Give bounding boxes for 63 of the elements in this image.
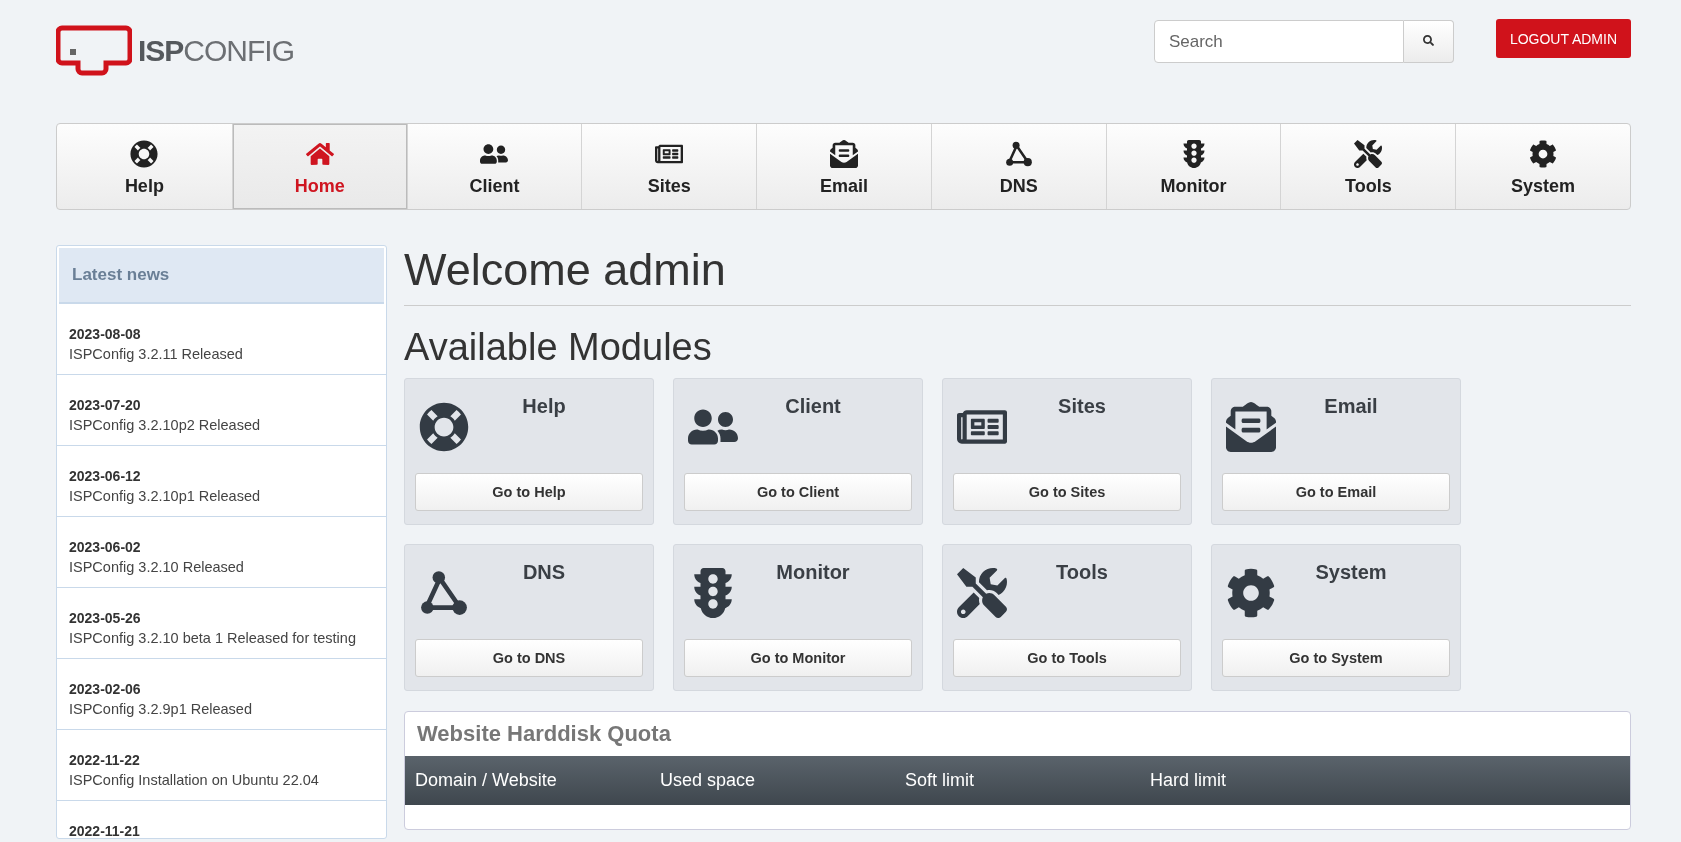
- news-date: 2022-11-22: [69, 752, 141, 768]
- module-button[interactable]: Go to System: [1222, 639, 1450, 678]
- module-button[interactable]: Go to DNS: [415, 639, 643, 678]
- envelope-icon: [830, 139, 858, 168]
- nav-tab[interactable]: Help: [57, 124, 232, 209]
- news-date: 2023-06-02: [69, 539, 142, 555]
- nav-tab[interactable]: Email: [756, 124, 931, 209]
- news-link[interactable]: ISPConfig 3.2.10 Released: [69, 559, 374, 575]
- search-button[interactable]: [1403, 20, 1454, 63]
- page-title: Welcome admin: [404, 245, 1631, 306]
- news-date: 2023-06-12: [69, 468, 142, 484]
- column-header: Domain / Website: [414, 770, 558, 792]
- tools-icon: [957, 568, 1007, 619]
- news-date: 2023-07-20: [69, 397, 142, 413]
- nav-tab[interactable]: Client: [406, 124, 582, 209]
- module-button[interactable]: Go to Email: [1222, 473, 1450, 512]
- nav-tab[interactable]: Home: [231, 124, 407, 209]
- module-title: Email: [1323, 395, 1379, 419]
- news-link[interactable]: ISPConfig 3.2.10 beta 1 Released for testing: [69, 630, 374, 646]
- module-button[interactable]: Go to Tools: [953, 639, 1181, 678]
- module-title: Monitor: [775, 561, 851, 585]
- module-title: Tools: [1055, 561, 1109, 585]
- module-button[interactable]: Go to Client: [684, 473, 912, 512]
- nav-tab[interactable]: Tools: [1280, 124, 1456, 209]
- settings-icon: [1226, 568, 1276, 619]
- column-header: Hard limit: [1149, 770, 1227, 792]
- module-title: Sites: [1057, 395, 1107, 419]
- news-date: 2023-08-08: [69, 326, 142, 342]
- search-field[interactable]: Search: [1153, 20, 1404, 63]
- network-icon: [1004, 139, 1033, 168]
- news-date: 2022-11-21: [69, 823, 141, 838]
- news-link[interactable]: ISPConfig Installation on Ubuntu 22.04: [69, 772, 374, 788]
- column-header: Soft limit: [904, 770, 975, 792]
- nav-tab[interactable]: DNS: [930, 124, 1106, 209]
- settings-icon: [1529, 139, 1558, 168]
- search-icon: [1422, 35, 1434, 46]
- section-title: Available Modules: [404, 326, 713, 369]
- tools-icon: [1354, 139, 1383, 168]
- column-header: Used space: [659, 770, 757, 792]
- sidebar-title: Latest news: [59, 248, 384, 304]
- news-link[interactable]: ISPConfig 3.2.11 Released: [69, 346, 374, 362]
- module-title: Help: [521, 395, 567, 419]
- lifebuoy-icon: [130, 139, 159, 168]
- nav-tab[interactable]: Sites: [581, 124, 757, 209]
- module-button[interactable]: Go to Monitor: [684, 639, 912, 678]
- module-button[interactable]: Go to Sites: [953, 473, 1181, 512]
- lifebuoy-icon: [419, 402, 469, 453]
- panel-title: Website Harddisk Quota: [416, 720, 672, 749]
- news-date: 2023-02-06: [69, 681, 142, 697]
- module-button[interactable]: Go to Help: [415, 473, 643, 512]
- logo-icon: [56, 25, 132, 77]
- nav-tab[interactable]: System: [1455, 124, 1630, 209]
- module-title: System: [1314, 561, 1388, 585]
- logo-text: ISPCONFIG: [138, 34, 295, 68]
- news-link[interactable]: ISPConfig 3.2.10p2 Released: [69, 417, 374, 433]
- envelope-icon: [1226, 402, 1276, 453]
- logout-button[interactable]: LOGOUT ADMIN: [1495, 19, 1631, 58]
- module-title: DNS: [521, 561, 567, 585]
- module-title: Client: [784, 395, 842, 419]
- news-date: 2023-05-26: [69, 610, 142, 626]
- news-link[interactable]: ISPConfig 3.2.9p1 Released: [69, 701, 374, 717]
- news-link[interactable]: ISPConfig 3.2.10p1 Released: [69, 488, 374, 504]
- nav-tab[interactable]: Monitor: [1105, 124, 1281, 209]
